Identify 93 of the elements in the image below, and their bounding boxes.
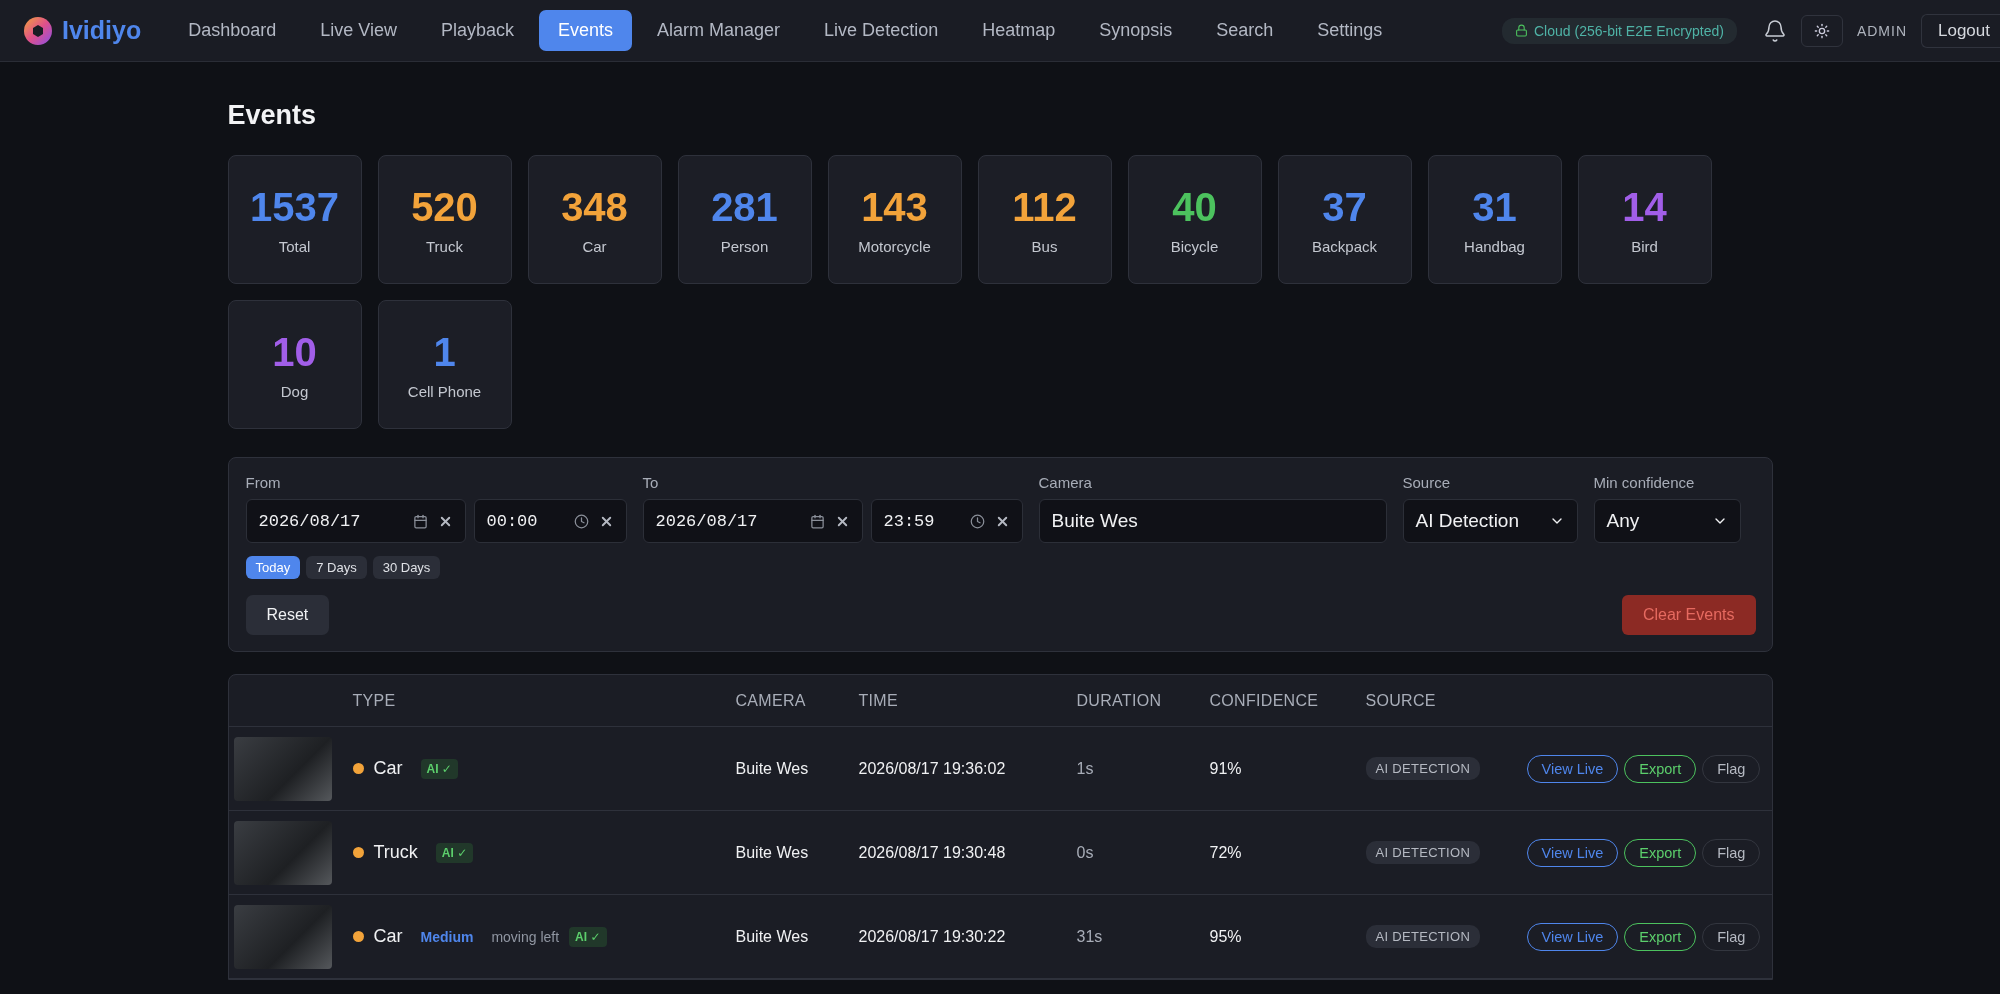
stat-count: 31 — [1472, 184, 1517, 230]
source-select[interactable]: AI Detection — [1402, 499, 1578, 543]
stat-count: 14 — [1622, 184, 1667, 230]
table-cell-text: 2026/08/17 19:36:02 — [858, 759, 1007, 778]
table-cell-text: 2026/08/17 19:30:48 — [858, 843, 1007, 862]
stat-count: 1537 — [250, 184, 339, 230]
stat-count: 348 — [561, 184, 628, 230]
date-field[interactable]: 2026/08/17 — [642, 499, 863, 543]
column-header: TYPE — [352, 691, 397, 710]
event-type: Car — [373, 758, 403, 779]
nav-tab[interactable]: Live View — [301, 10, 416, 51]
stat-count: 10 — [272, 329, 317, 375]
clock-icon — [969, 513, 985, 529]
nav-tab[interactable]: Search — [1197, 10, 1293, 51]
table-cell-text: Buite Wes — [735, 843, 810, 862]
stat-label: Backpack — [1311, 237, 1377, 255]
calendar-icon — [412, 513, 428, 529]
stat-label: Cell Phone — [407, 382, 482, 400]
date-field[interactable]: 2026/08/17 — [245, 499, 466, 543]
stat-label: Dog — [280, 382, 309, 400]
stat-count: 112 — [1012, 184, 1077, 230]
source-badge: AI DETECTION — [1365, 925, 1481, 948]
time-field[interactable]: 00:00 — [473, 499, 627, 543]
table-cell-text: 2026/08/17 19:30:22 — [858, 927, 1007, 946]
theme-toggle-button[interactable] — [1800, 14, 1843, 47]
stat-count: 143 — [861, 184, 928, 230]
page-title: Events — [227, 100, 318, 131]
stat-label: Bird — [1631, 237, 1658, 255]
event-type: Truck — [373, 842, 418, 863]
stat-label: Truck — [426, 237, 463, 255]
stat-label: Person — [720, 237, 769, 255]
nav-tab[interactable]: Live Detection — [805, 10, 958, 51]
column-header: CAMERA — [735, 691, 807, 710]
event-type: Car — [373, 926, 403, 947]
notification-bell-icon[interactable] — [1762, 18, 1787, 43]
stat-label: Bus — [1031, 237, 1058, 255]
size-label: Medium — [420, 928, 474, 945]
time-field[interactable]: 23:59 — [870, 499, 1023, 543]
column-header: TIME — [858, 691, 899, 710]
nav-tab[interactable]: Settings — [1298, 10, 1402, 51]
nav-tab[interactable]: Synopsis — [1080, 10, 1192, 51]
table-cell-text: 95% — [1209, 927, 1243, 946]
table-cell-text: 72% — [1209, 843, 1243, 862]
ai-tag: AI ✓ — [420, 758, 458, 779]
column-header: DURATION — [1076, 691, 1163, 710]
min-confidence-select[interactable]: Any — [1593, 499, 1741, 543]
stat-label: Car — [582, 237, 607, 255]
table-cell-text: Buite Wes — [735, 759, 810, 778]
camera-field[interactable]: Buite Wes — [1038, 499, 1387, 543]
calendar-icon — [809, 513, 825, 529]
stat-label: Handbag — [1464, 237, 1525, 255]
logo-icon — [24, 16, 52, 45]
field-label: Camera — [1038, 474, 1093, 491]
direction-label: moving left — [491, 928, 560, 945]
date-preset-button[interactable]: 30 Days — [372, 556, 441, 579]
table-cell-text: 91% — [1209, 759, 1243, 778]
nav-tab[interactable]: Dashboard — [169, 10, 296, 51]
stat-label: Bicycle — [1170, 237, 1219, 255]
table-cell-text: 1s — [1076, 759, 1095, 778]
lock-icon — [1515, 24, 1528, 37]
field-label: To — [642, 474, 660, 491]
date-preset-button[interactable]: 7 Days — [306, 556, 367, 579]
table-cell-text: Buite Wes — [735, 927, 810, 946]
cloud-status-text: Cloud (256-bit E2E Encrypted) — [1534, 22, 1724, 39]
stat-label: Total — [278, 237, 311, 255]
stat-count: 37 — [1322, 184, 1367, 230]
sun-icon — [1813, 22, 1830, 39]
date-preset-button[interactable]: Today — [245, 556, 301, 579]
stat-count: 40 — [1172, 184, 1217, 230]
source-badge: AI DETECTION — [1365, 757, 1481, 780]
nav-tab[interactable]: Alarm Manager — [638, 10, 800, 51]
table-cell-text: 0s — [1076, 843, 1095, 862]
column-header: CONFIDENCE — [1209, 691, 1320, 710]
brand-name: Ividiyo — [62, 16, 142, 45]
stat-count: 520 — [411, 184, 478, 230]
field-label: Min confidence — [1593, 474, 1696, 491]
column-header: SOURCE — [1365, 691, 1437, 710]
field-label: From — [245, 474, 282, 491]
nav-tab[interactable]: Events — [539, 10, 633, 51]
stat-count: 281 — [711, 184, 778, 230]
ai-tag: AI ✓ — [435, 842, 474, 863]
source-badge: AI DETECTION — [1365, 841, 1481, 864]
nav-tab[interactable]: Playback — [421, 10, 533, 51]
clock-icon — [573, 513, 589, 529]
field-label: Source — [1402, 474, 1452, 491]
ai-tag: AI ✓ — [569, 926, 607, 947]
stat-count: 1 — [433, 329, 456, 375]
reset-button[interactable]: Reset — [245, 595, 330, 635]
user-name: ADMIN — [1856, 22, 1907, 39]
table-cell-text: 31s — [1076, 927, 1104, 946]
stat-label: Motorcycle — [858, 237, 931, 255]
nav-tab[interactable]: Heatmap — [963, 10, 1075, 51]
logout-button[interactable]: Logout — [1921, 13, 2000, 48]
